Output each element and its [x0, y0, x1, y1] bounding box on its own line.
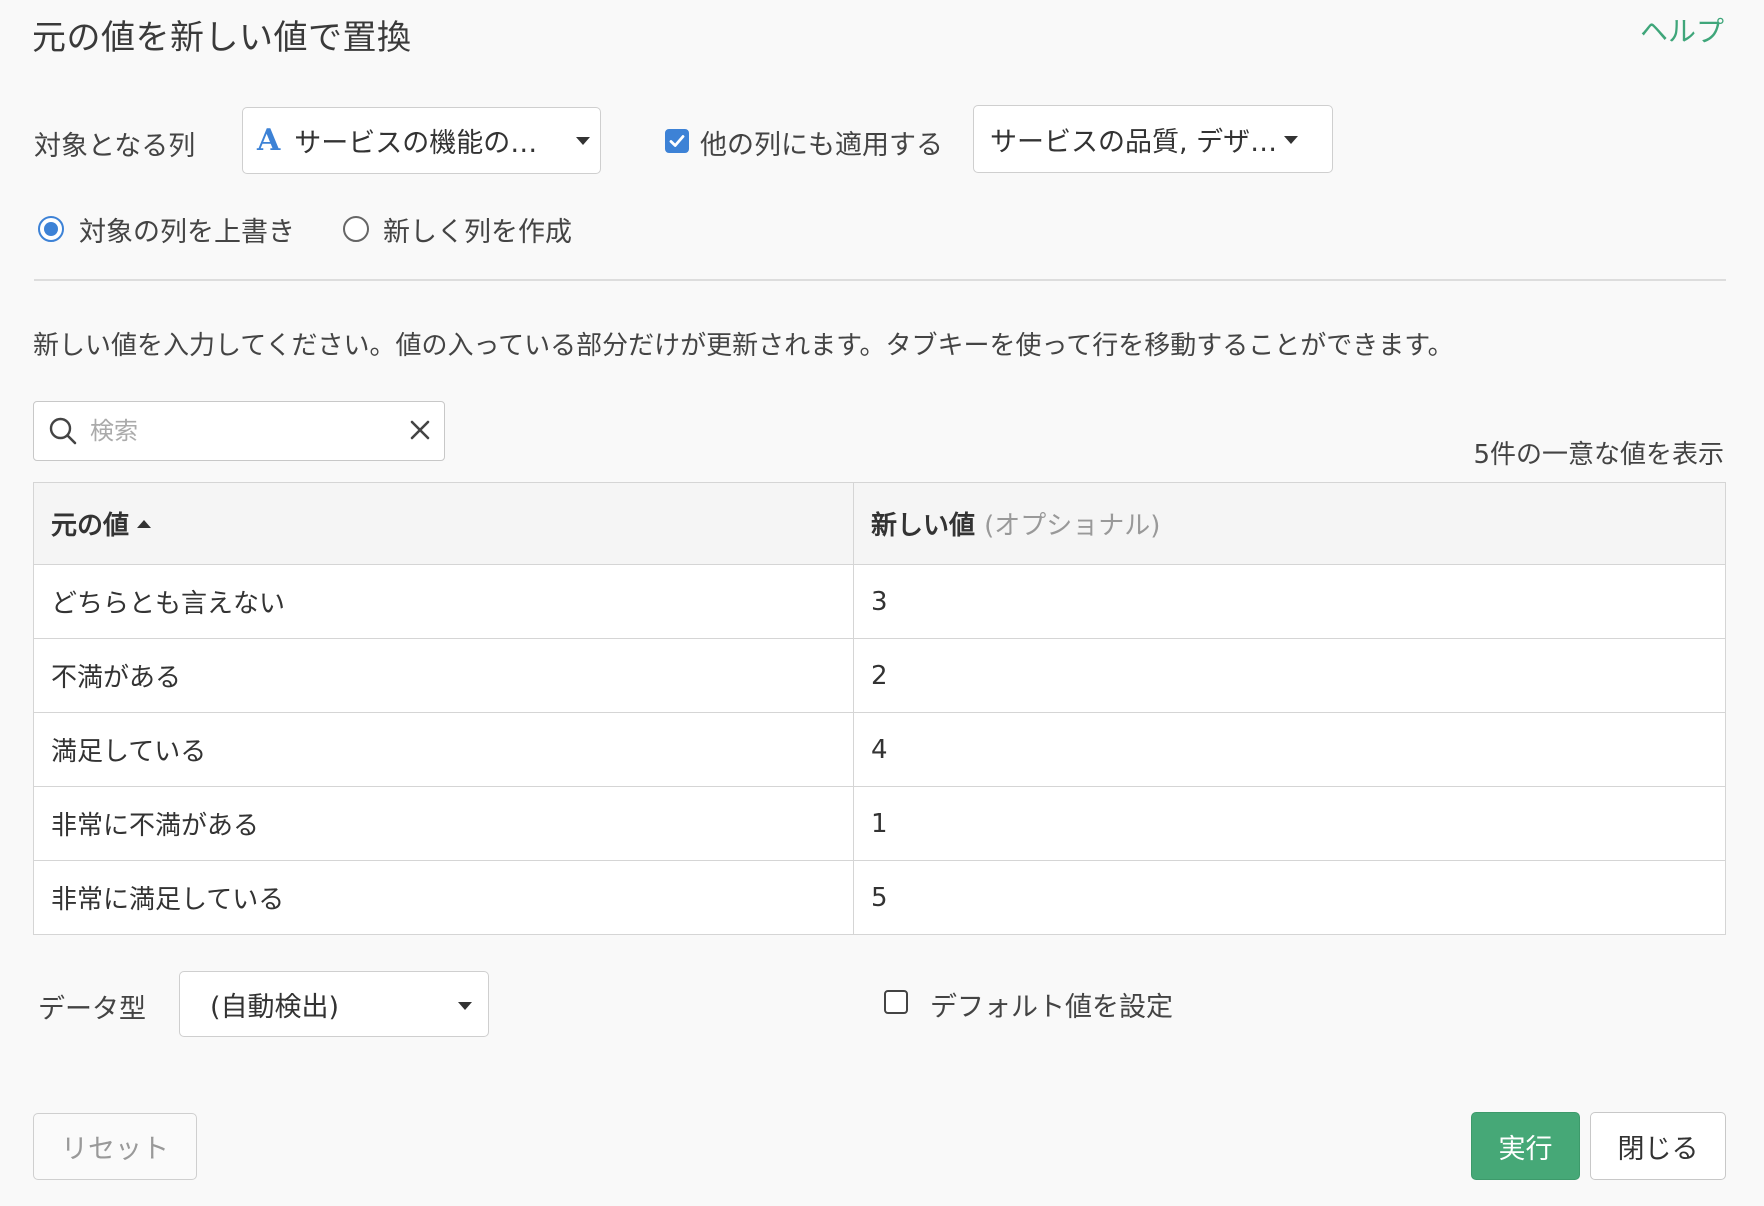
- data-type-value: (自動検出): [210, 991, 340, 1023]
- new-value-cell[interactable]: [853, 786, 1726, 861]
- help-link[interactable]: ヘルプ: [1640, 10, 1724, 50]
- default-value-label: デフォルト値を設定: [930, 992, 1173, 1023]
- search-box: [33, 401, 445, 461]
- original-value-cell: 不満がある: [33, 638, 854, 713]
- new-column-radio[interactable]: [343, 216, 369, 242]
- data-type-select[interactable]: (自動検出): [179, 971, 489, 1037]
- run-button[interactable]: 実行: [1471, 1112, 1580, 1180]
- new-value-cell[interactable]: [853, 638, 1726, 713]
- overwrite-label: 対象の列を上書き: [79, 217, 295, 248]
- new-value-input[interactable]: [871, 586, 1683, 617]
- table-row: 非常に不満がある: [33, 786, 1726, 861]
- replace-table: 元の値 新しい値 (オプショナル) どちらとも言えない 不満がある 満足している…: [33, 482, 1726, 935]
- column-header-original[interactable]: 元の値: [33, 482, 854, 565]
- dialog-title: 元の値を新しい値で置換: [32, 18, 412, 58]
- close-button[interactable]: 閉じる: [1590, 1112, 1726, 1180]
- new-value-input[interactable]: [871, 660, 1683, 691]
- string-type-icon: A: [257, 123, 281, 158]
- original-value-cell: 非常に不満がある: [33, 786, 854, 861]
- new-value-cell[interactable]: [853, 712, 1726, 787]
- column-header-new: 新しい値 (オプショナル): [853, 482, 1726, 565]
- new-value-cell[interactable]: [853, 860, 1726, 935]
- overwrite-radio[interactable]: [38, 216, 64, 242]
- checkmark-icon: [669, 135, 685, 147]
- apply-other-columns-checkbox[interactable]: [665, 129, 689, 153]
- search-icon: [49, 417, 77, 445]
- table-row: 満足している: [33, 712, 1726, 787]
- reset-button[interactable]: リセット: [33, 1113, 197, 1180]
- other-columns-select[interactable]: サービスの品質, デザ…: [973, 105, 1333, 173]
- original-value-cell: 非常に満足している: [33, 860, 854, 935]
- new-value-input[interactable]: [871, 882, 1683, 913]
- table-row: どちらとも言えない: [33, 564, 1726, 639]
- new-value-input[interactable]: [871, 734, 1683, 765]
- search-input[interactable]: [90, 412, 390, 450]
- instruction-text: 新しい値を入力してください。値の入っている部分だけが更新されます。タブキーを使っ…: [33, 331, 1454, 361]
- original-value-cell: どちらとも言えない: [33, 564, 854, 639]
- target-column-select[interactable]: A サービスの機能の…: [242, 107, 601, 174]
- apply-other-columns-label: 他の列にも適用する: [700, 130, 943, 161]
- caret-down-icon: [576, 137, 590, 145]
- close-icon[interactable]: [408, 418, 432, 442]
- new-value-input[interactable]: [871, 808, 1683, 839]
- default-value-checkbox[interactable]: [884, 990, 908, 1014]
- section-divider: [34, 279, 1726, 281]
- unique-count-label: 5件の一意な値を表示: [1473, 440, 1724, 470]
- original-value-cell: 満足している: [33, 712, 854, 787]
- table-row: 非常に満足している: [33, 860, 1726, 935]
- column-header-original-label: 元の値: [51, 511, 130, 541]
- caret-down-icon: [1284, 136, 1298, 144]
- data-type-label: データ型: [38, 994, 146, 1025]
- table-header-row: 元の値 新しい値 (オプショナル): [33, 482, 1726, 565]
- other-columns-value: サービスの品質, デザ…: [990, 126, 1278, 158]
- target-column-label: 対象となる列: [34, 131, 196, 162]
- table-row: 不満がある: [33, 638, 1726, 713]
- caret-up-icon: [137, 519, 152, 528]
- new-column-label: 新しく列を作成: [383, 217, 572, 248]
- target-column-value: サービスの機能の…: [294, 128, 538, 159]
- new-value-cell[interactable]: [853, 564, 1726, 639]
- column-header-new-hint: (オプショナル): [984, 511, 1161, 541]
- column-header-new-label: 新しい値: [871, 511, 976, 541]
- caret-down-icon: [458, 1002, 472, 1010]
